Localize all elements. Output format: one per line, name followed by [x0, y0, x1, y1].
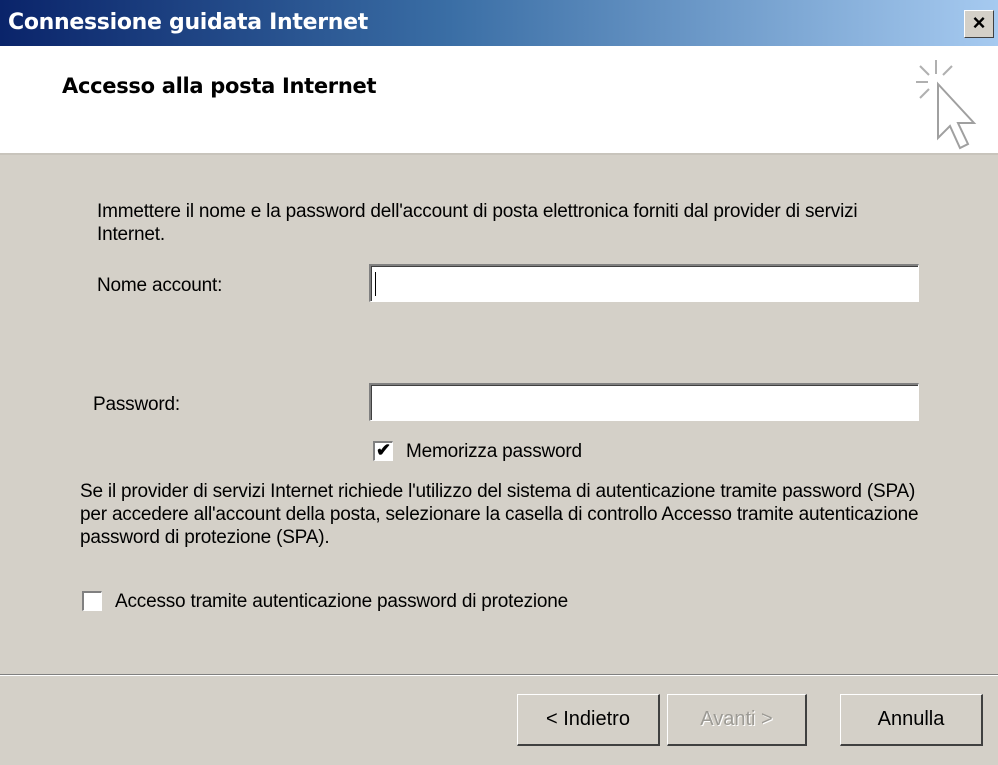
title-bar: Connessione guidata Internet ×: [0, 0, 998, 46]
wizard-header: Accesso alla posta Internet: [0, 46, 998, 155]
next-button[interactable]: Avanti >: [667, 694, 807, 746]
password-label: Password:: [93, 394, 180, 415]
wizard-window: Connessione guidata Internet × Accesso a…: [0, 0, 998, 765]
intro-text: Immettere il nome e la password dell'acc…: [97, 201, 858, 245]
account-name-label: Nome account:: [97, 275, 223, 296]
page-title: Accesso alla posta Internet: [62, 74, 377, 98]
account-name-input[interactable]: [369, 264, 919, 302]
remember-password-label[interactable]: Memorizza password: [406, 440, 582, 463]
window-title: Connessione guidata Internet: [8, 10, 368, 35]
footer-divider: [0, 674, 998, 676]
back-button[interactable]: < Indietro: [517, 694, 660, 746]
spa-checkbox[interactable]: [82, 591, 102, 611]
checkmark-icon: ✔: [376, 440, 392, 460]
wizard-cursor-icon: [916, 60, 977, 150]
close-icon: ×: [972, 10, 986, 35]
password-input[interactable]: [369, 383, 919, 421]
spa-checkbox-label[interactable]: Accesso tramite autenticazione password …: [115, 590, 568, 613]
cancel-button[interactable]: Annulla: [840, 694, 983, 746]
text-caret: [375, 272, 376, 296]
remember-password-checkbox[interactable]: ✔: [373, 440, 393, 461]
spa-info-text: Se il provider di servizi Internet richi…: [80, 481, 919, 548]
close-button[interactable]: ×: [964, 10, 994, 38]
